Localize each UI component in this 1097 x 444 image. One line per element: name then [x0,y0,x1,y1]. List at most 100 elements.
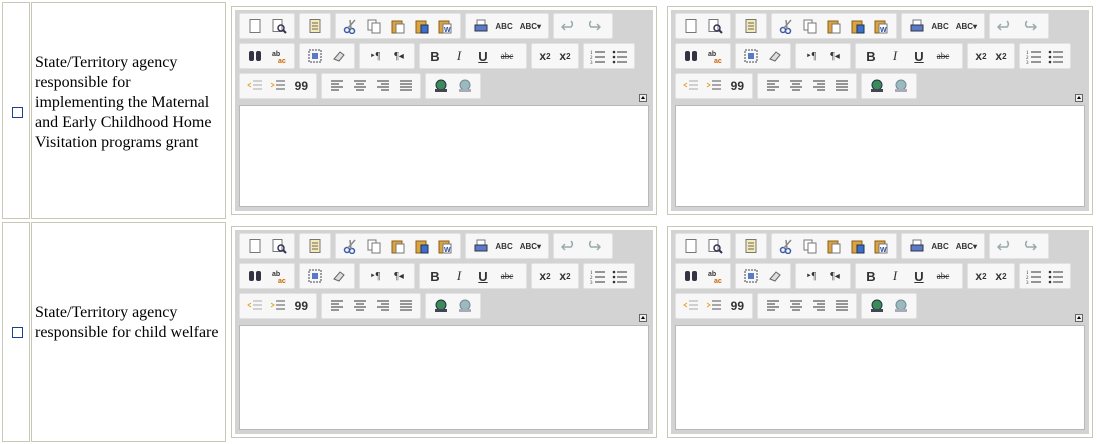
undo-icon[interactable] [559,16,579,36]
find-icon[interactable] [245,266,265,286]
align-left-icon[interactable] [327,76,346,96]
underline-button[interactable]: U [473,266,493,286]
strikethrough-button[interactable]: abc [933,266,953,286]
indent-icon[interactable] [704,76,723,96]
bold-button[interactable]: B [861,46,881,66]
rtl-icon[interactable]: ¶◂ [825,266,845,286]
paste-text-icon[interactable] [848,16,868,36]
outdent-icon[interactable] [245,76,264,96]
replace-icon[interactable]: ab ac [705,266,725,286]
preview-icon[interactable] [269,236,289,256]
numbered-list-icon[interactable]: 123 [589,46,607,66]
spellcheck-icon[interactable]: ABC [494,16,513,36]
redo-icon[interactable] [583,236,603,256]
remove-format-icon[interactable] [329,266,349,286]
undo-icon[interactable] [995,16,1015,36]
strikethrough-button[interactable]: abc [497,46,517,66]
preview-icon[interactable] [269,16,289,36]
align-right-icon[interactable] [809,296,828,316]
spellcheck-icon[interactable]: ABC [494,236,513,256]
numbered-list-icon[interactable]: 123 [589,266,607,286]
paste-icon[interactable] [388,236,408,256]
copy-icon[interactable] [801,16,821,36]
indent-icon[interactable] [268,296,287,316]
paste-icon[interactable] [824,236,844,256]
underline-button[interactable]: U [909,46,929,66]
superscript-button[interactable]: x2 [557,46,573,66]
superscript-button[interactable]: x2 [993,46,1009,66]
editor-content-area[interactable] [675,325,1085,430]
numbered-list-icon[interactable]: 123 [1025,46,1043,66]
italic-button[interactable]: I [449,266,469,286]
subscript-button[interactable]: x2 [973,46,989,66]
cut-icon[interactable] [341,16,361,36]
blockquote-button[interactable]: 99 [728,296,747,316]
new-page-icon[interactable] [681,236,701,256]
spellcheck-icon[interactable]: ABC [930,236,949,256]
indent-icon[interactable] [268,76,287,96]
align-center-icon[interactable] [350,296,369,316]
collapse-toolbar-icon[interactable] [1075,94,1083,102]
subscript-button[interactable]: x2 [973,266,989,286]
collapse-toolbar-icon[interactable] [639,314,647,322]
replace-icon[interactable]: ab ac [269,46,289,66]
justify-icon[interactable] [396,76,415,96]
print-icon[interactable] [471,16,490,36]
align-right-icon[interactable] [373,296,392,316]
undo-icon[interactable] [559,236,579,256]
bold-button[interactable]: B [861,266,881,286]
copy-icon[interactable] [365,236,385,256]
justify-icon[interactable] [832,296,851,316]
remove-format-icon[interactable] [765,266,785,286]
replace-icon[interactable]: ab ac [269,266,289,286]
paste-text-icon[interactable] [412,16,432,36]
replace-icon[interactable]: ab ac [705,46,725,66]
unlink-icon[interactable] [891,76,911,96]
outdent-icon[interactable] [681,296,700,316]
rtl-icon[interactable]: ¶◂ [389,46,409,66]
link-icon[interactable] [431,76,451,96]
redo-icon[interactable] [583,16,603,36]
select-all-icon[interactable] [741,266,761,286]
superscript-button[interactable]: x2 [993,266,1009,286]
bold-button[interactable]: B [425,46,445,66]
copy-icon[interactable] [801,236,821,256]
ltr-icon[interactable]: ‣¶ [365,46,385,66]
blockquote-button[interactable]: 99 [728,76,747,96]
strikethrough-button[interactable]: abc [933,46,953,66]
collapse-toolbar-icon[interactable] [639,94,647,102]
cut-icon[interactable] [341,236,361,256]
align-right-icon[interactable] [373,76,392,96]
align-right-icon[interactable] [809,76,828,96]
superscript-button[interactable]: x2 [557,266,573,286]
align-left-icon[interactable] [763,296,782,316]
editor-content-area[interactable] [239,325,649,430]
templates-icon[interactable] [305,236,325,256]
unlink-icon[interactable] [455,76,475,96]
new-page-icon[interactable] [681,16,701,36]
print-icon[interactable] [907,236,926,256]
link-icon[interactable] [431,296,451,316]
bulleted-list-icon[interactable] [1047,266,1065,286]
align-left-icon[interactable] [327,296,346,316]
paste-word-icon[interactable]: W [435,16,455,36]
italic-button[interactable]: I [885,266,905,286]
new-page-icon[interactable] [245,236,265,256]
spell-as-you-type-icon[interactable]: ABC ▾ [954,16,979,36]
link-icon[interactable] [867,296,887,316]
underline-button[interactable]: U [473,46,493,66]
blockquote-button[interactable]: 99 [292,76,311,96]
editor-content-area[interactable] [239,105,649,207]
print-icon[interactable] [907,16,926,36]
blockquote-button[interactable]: 99 [292,296,311,316]
spell-as-you-type-icon[interactable]: ABC ▾ [954,236,979,256]
paste-icon[interactable] [824,16,844,36]
ltr-icon[interactable]: ‣¶ [801,266,821,286]
numbered-list-icon[interactable]: 123 [1025,266,1043,286]
remove-format-icon[interactable] [329,46,349,66]
justify-icon[interactable] [396,296,415,316]
collapse-toolbar-icon[interactable] [1075,314,1083,322]
subscript-button[interactable]: x2 [537,266,553,286]
paste-word-icon[interactable]: W [871,16,891,36]
select-all-icon[interactable] [741,46,761,66]
